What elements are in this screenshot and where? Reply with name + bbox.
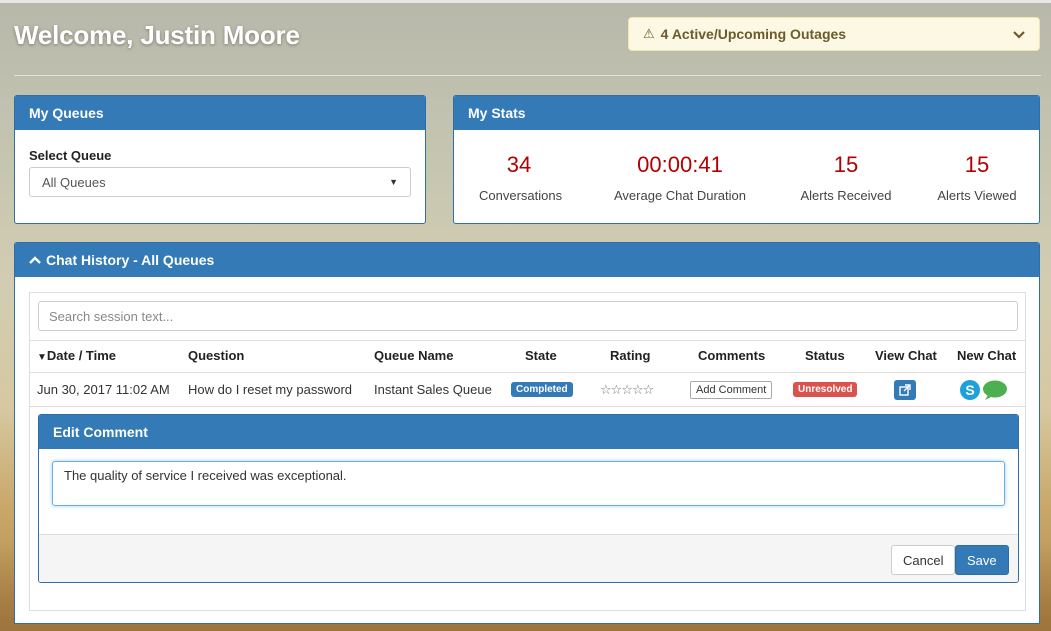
- edit-comment-panel: Edit Comment The quality of service I re…: [38, 414, 1019, 583]
- chat-history-toggle[interactable]: Chat History - All Queues: [15, 243, 1039, 277]
- cell-date: Jun 30, 2017 11:02 AM: [37, 382, 170, 397]
- stat-label: Average Chat Duration: [613, 188, 746, 203]
- my-stats-panel: My Stats 34 Conversations 00:00:41 Avera…: [453, 95, 1040, 224]
- select-queue-label: Select Queue: [29, 148, 112, 163]
- column-header[interactable]: Question: [188, 340, 244, 372]
- edit-comment-footer: Cancel Save: [39, 534, 1018, 582]
- stat-conversations: 34 Conversations: [479, 152, 563, 203]
- column-header[interactable]: State: [525, 340, 557, 372]
- column-header: Comments: [698, 348, 766, 363]
- stat-alerts-viewed: 15 Alerts Viewed: [932, 152, 1022, 203]
- cell-state: Completed: [511, 372, 573, 407]
- divider: [14, 75, 1041, 76]
- chat-history-body: Search session text... ▼Date / Time Ques…: [29, 292, 1026, 611]
- chevron-up-icon: [29, 253, 41, 267]
- panel-title: My Queues: [15, 96, 425, 130]
- stat-label: Alerts Received: [800, 188, 892, 203]
- status-badge: Unresolved: [793, 382, 858, 397]
- save-button[interactable]: Save: [955, 545, 1009, 575]
- search-input[interactable]: Search session text...: [38, 301, 1018, 331]
- stat-label: Conversations: [479, 188, 563, 203]
- comment-textarea[interactable]: The quality of service I received was ex…: [52, 461, 1005, 506]
- caret-down-icon: ▼: [389, 177, 398, 187]
- stat-value: 00:00:41: [637, 152, 723, 177]
- sort-date-header[interactable]: ▼Date / Time: [37, 340, 116, 372]
- stat-label: Alerts Viewed: [937, 188, 1017, 203]
- cell-status: Unresolved: [793, 372, 858, 407]
- column-header[interactable]: Queue Name: [374, 340, 453, 372]
- outage-alert-toggle[interactable]: ⚠ 4 Active/Upcoming Outages: [628, 17, 1040, 51]
- chevron-down-icon: [1013, 27, 1025, 42]
- add-comment-button[interactable]: Add Comment: [690, 380, 773, 399]
- my-queues-panel: My Queues Select Queue All Queues ▼: [14, 95, 426, 224]
- cell-new-chat: S: [960, 372, 1008, 407]
- stat-value: 15: [964, 152, 990, 177]
- star-icons: ☆☆☆☆☆: [600, 381, 654, 397]
- stat-avg-duration: 00:00:41 Average Chat Duration: [610, 152, 750, 203]
- external-link-icon[interactable]: [894, 379, 916, 400]
- chat-history-panel: Chat History - All Queues Search session…: [14, 242, 1040, 624]
- queue-select-value: All Queues: [42, 174, 106, 190]
- stat-value: 15: [833, 152, 859, 177]
- stat-alerts-received: 15 Alerts Received: [794, 152, 898, 203]
- rating-stars[interactable]: ☆☆☆☆☆: [600, 372, 654, 407]
- panel-title: My Stats: [454, 96, 1039, 130]
- cell-view-chat: [894, 372, 916, 407]
- skype-icon[interactable]: S: [960, 379, 980, 400]
- column-header: Date / Time: [46, 348, 117, 363]
- column-header: New Chat: [957, 348, 1017, 363]
- column-header: View Chat: [875, 348, 937, 363]
- chat-bubble-icon[interactable]: [982, 379, 1008, 401]
- sort-desc-icon: ▼: [37, 352, 47, 363]
- state-badge: Completed: [511, 382, 573, 397]
- outage-label: 4 Active/Upcoming Outages: [660, 26, 847, 42]
- top-border: [0, 0, 1051, 3]
- warning-icon: ⚠: [643, 26, 655, 41]
- cancel-button[interactable]: Cancel: [891, 545, 956, 575]
- stat-value: 34: [506, 152, 532, 177]
- welcome-heading: Welcome, Justin Moore: [14, 20, 300, 50]
- cell-comments: Add Comment: [690, 372, 773, 407]
- column-header[interactable]: Rating: [610, 340, 650, 372]
- cell-question: How do I reset my password: [188, 382, 353, 397]
- cell-queue: Instant Sales Queue: [374, 382, 492, 397]
- column-header[interactable]: Status: [805, 340, 845, 372]
- panel-title: Chat History - All Queues: [46, 252, 215, 268]
- queue-select[interactable]: All Queues ▼: [29, 167, 411, 197]
- panel-title: Edit Comment: [39, 415, 1018, 449]
